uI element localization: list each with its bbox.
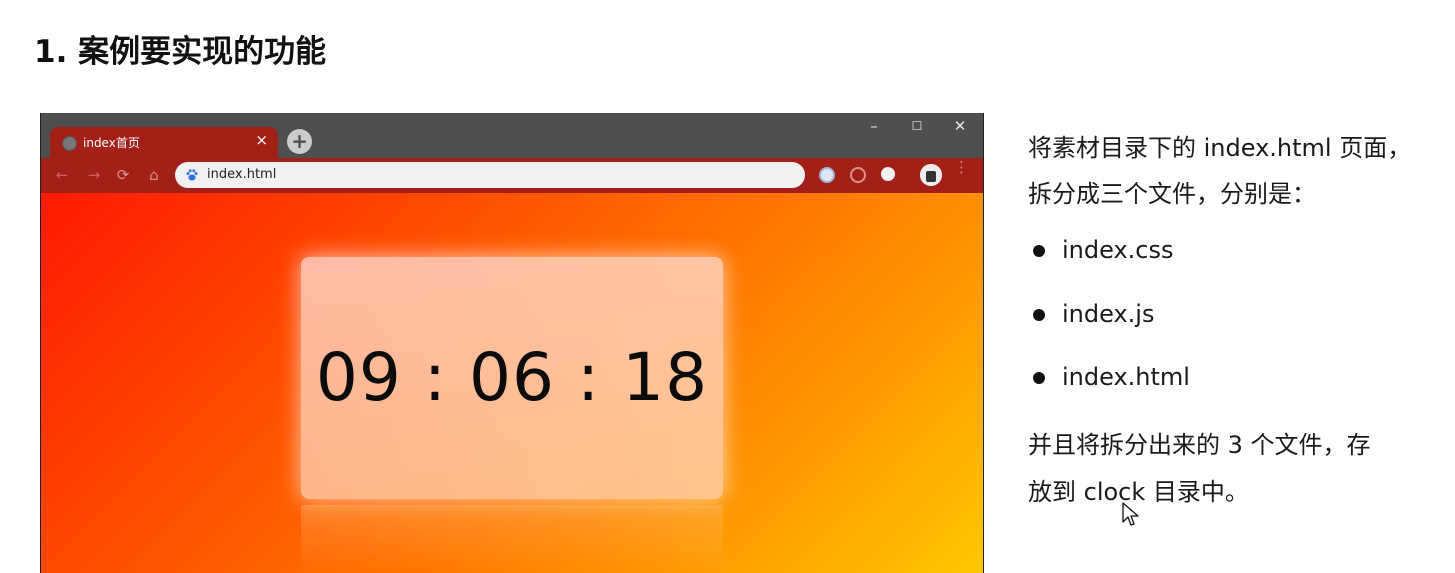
home-button[interactable]: ⌂ bbox=[145, 166, 163, 184]
tab-close-icon[interactable]: × bbox=[255, 131, 268, 149]
menu-icon[interactable]: ⋮ bbox=[954, 160, 969, 175]
minimize-button[interactable]: – bbox=[859, 117, 889, 135]
file-item: index.js bbox=[1062, 300, 1155, 328]
file-item: index.html bbox=[1062, 363, 1190, 391]
bullet bbox=[1033, 309, 1045, 321]
browser-tab[interactable]: index首页 × bbox=[50, 127, 278, 158]
page-viewport: 09 : 06 : 18 bbox=[41, 193, 983, 573]
clock-card: 09 : 06 : 18 bbox=[301, 257, 723, 499]
outro-line-1: 并且将拆分出来的 3 个文件，存 bbox=[1028, 431, 1371, 459]
maximize-button[interactable]: ☐ bbox=[902, 119, 932, 133]
file-item: index.css bbox=[1062, 236, 1174, 264]
clock-time: 09 : 06 : 18 bbox=[315, 339, 709, 416]
address-bar[interactable]: index.html bbox=[175, 162, 805, 188]
intro-line-2: 拆分成三个文件，分别是： bbox=[1028, 180, 1316, 208]
reload-button[interactable]: ⟳ bbox=[114, 166, 132, 184]
browser-toolbar: ← → ⟳ ⌂ index.html ⋮ bbox=[41, 158, 983, 193]
browser-window: index首页 × + – ☐ ✕ ← → ⟳ ⌂ index.html ⋮ 0… bbox=[40, 113, 984, 573]
shield-icon[interactable] bbox=[850, 167, 866, 183]
intro-line-1: 将素材目录下的 index.html 页面， bbox=[1028, 134, 1412, 162]
avatar[interactable] bbox=[920, 164, 942, 186]
globe-icon bbox=[62, 136, 77, 151]
extension-icon[interactable] bbox=[881, 167, 895, 181]
section-heading: 1. 案例要实现的功能 bbox=[34, 34, 327, 70]
baidu-paw-icon bbox=[186, 169, 198, 181]
bullet bbox=[1033, 372, 1045, 384]
tab-title: index首页 bbox=[83, 136, 140, 150]
bullet bbox=[1033, 245, 1045, 257]
mouse-cursor-icon bbox=[1122, 502, 1139, 526]
new-tab-button[interactable]: + bbox=[287, 129, 312, 154]
clock-reflection bbox=[301, 505, 723, 573]
forward-button[interactable]: → bbox=[85, 166, 103, 184]
extension-icon[interactable] bbox=[819, 167, 835, 183]
browser-titlebar: index首页 × + – ☐ ✕ bbox=[41, 113, 983, 158]
close-window-button[interactable]: ✕ bbox=[945, 117, 975, 135]
address-text: index.html bbox=[207, 167, 277, 182]
back-button[interactable]: ← bbox=[53, 166, 71, 184]
